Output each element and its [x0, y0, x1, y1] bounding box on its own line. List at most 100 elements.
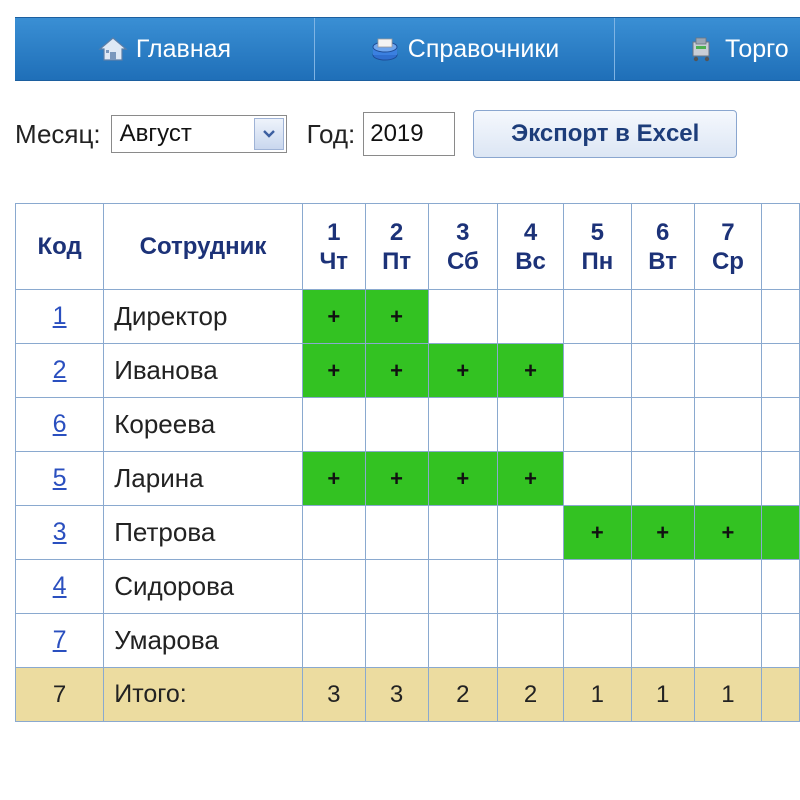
attendance-empty-cell[interactable] [693, 613, 763, 668]
year-input[interactable] [363, 112, 456, 156]
attendance-empty-cell[interactable] [562, 451, 632, 506]
attendance-empty-cell[interactable] [301, 505, 366, 560]
employee-name: Иванова [103, 343, 303, 398]
day-number: 4 [523, 218, 538, 246]
attendance-empty-cell[interactable] [693, 559, 763, 614]
attendance-empty-cell[interactable] [630, 559, 695, 614]
attendance-mark-cell[interactable]: + [364, 343, 429, 398]
attendance-empty-cell[interactable] [301, 559, 366, 614]
total-day-value: 3 [364, 667, 429, 722]
attendance-mark-cell[interactable]: + [497, 343, 564, 398]
attendance-empty-cell[interactable] [427, 613, 499, 668]
employee-code-link[interactable]: 2 [53, 356, 67, 384]
nav-item-catalogs[interactable]: Справочники [315, 18, 615, 80]
month-select-value: Август [119, 120, 192, 147]
export-excel-button[interactable]: Экспорт в Excel [473, 110, 738, 158]
employee-code-cell: 4 [14, 559, 105, 614]
employee-code-link[interactable]: 5 [53, 464, 67, 492]
attendance-partial-cell [761, 613, 800, 668]
attendance-mark-cell[interactable]: + [427, 451, 499, 506]
day-of-week: Вт [648, 247, 678, 275]
employee-code-link[interactable]: 1 [53, 302, 67, 330]
attendance-empty-cell[interactable] [562, 613, 632, 668]
attendance-empty-cell[interactable] [693, 289, 763, 344]
attendance-empty-cell[interactable] [693, 451, 763, 506]
attendance-mark-cell[interactable]: + [301, 343, 366, 398]
employee-name: Сидорова [103, 559, 303, 614]
table-row: 2 Иванова + + + + [14, 343, 800, 398]
year-label: Год: [306, 118, 356, 149]
attendance-empty-cell[interactable] [497, 289, 564, 344]
attendance-empty-cell[interactable] [562, 559, 632, 614]
attendance-empty-cell[interactable] [562, 343, 632, 398]
attendance-empty-cell[interactable] [497, 505, 564, 560]
attendance-empty-cell[interactable] [364, 505, 429, 560]
attendance-empty-cell[interactable] [301, 397, 366, 452]
column-header-day: 6 Вт [630, 203, 695, 290]
attendance-empty-cell[interactable] [427, 505, 499, 560]
attendance-mark-cell[interactable]: + [364, 451, 429, 506]
home-icon [98, 37, 128, 61]
attendance-mark-cell[interactable]: + [364, 289, 429, 344]
attendance-empty-cell[interactable] [497, 559, 564, 614]
total-day-value: 3 [301, 667, 366, 722]
attendance-empty-cell[interactable] [427, 397, 499, 452]
employee-name: Ларина [103, 451, 303, 506]
attendance-empty-cell[interactable] [630, 289, 695, 344]
employee-code-link[interactable]: 3 [53, 518, 67, 546]
attendance-empty-cell[interactable] [497, 613, 564, 668]
table-body: 1 Директор + +2 Иванова + + + +6 Кореева 5 Ларина + +… [14, 289, 800, 722]
attendance-partial-cell [761, 505, 800, 560]
attendance-empty-cell[interactable] [630, 613, 695, 668]
trade-icon [692, 37, 710, 62]
employee-code-link[interactable]: 4 [53, 572, 67, 600]
total-day-value: 1 [693, 667, 763, 722]
employee-name: Директор [103, 289, 303, 344]
table-row: 7 Умарова [14, 613, 800, 668]
attendance-empty-cell[interactable] [693, 343, 763, 398]
day-number: 2 [389, 218, 404, 246]
attendance-mark-cell[interactable]: + [562, 505, 632, 560]
attendance-empty-cell[interactable] [364, 559, 429, 614]
attendance-empty-cell[interactable] [562, 289, 632, 344]
total-day-value: 2 [427, 667, 499, 722]
employee-name: Петрова [103, 505, 303, 560]
attendance-mark-cell[interactable]: + [693, 505, 763, 560]
attendance-mark-cell[interactable]: + [427, 343, 499, 398]
attendance-mark-cell[interactable]: + [301, 451, 366, 506]
month-label: Месяц: [15, 118, 101, 149]
employee-name: Кореева [103, 397, 303, 452]
attendance-mark-cell[interactable]: + [497, 451, 564, 506]
employee-code-link[interactable]: 6 [53, 410, 67, 438]
attendance-empty-cell[interactable] [630, 451, 695, 506]
attendance-mark-cell[interactable]: + [630, 505, 695, 560]
employee-code-cell: 1 [14, 289, 105, 344]
chevron-down-icon[interactable] [253, 118, 284, 150]
nav-item-home[interactable]: Главная [15, 18, 315, 80]
attendance-empty-cell[interactable] [364, 397, 429, 452]
table-row: 4 Сидорова [14, 559, 800, 614]
attendance-empty-cell[interactable] [301, 613, 366, 668]
attendance-empty-cell[interactable] [693, 397, 763, 452]
attendance-empty-cell[interactable] [630, 397, 695, 452]
month-select[interactable]: Август [110, 115, 287, 153]
attendance-empty-cell[interactable] [497, 397, 564, 452]
attendance-table: Код Сотрудник 1 Чт 2 Пт 3 Сб 4 Вс 5 Пн 6 Вт 7С… [14, 203, 800, 722]
attendance-empty-cell[interactable] [630, 343, 695, 398]
attendance-partial-cell [761, 397, 800, 452]
top-navbar: Главная Справочники Торго [15, 17, 800, 81]
employee-code-cell: 6 [14, 397, 105, 452]
day-of-week: Вс [515, 247, 546, 275]
filter-bar: Месяц: Август Год: Экспорт в Excel [15, 110, 738, 158]
day-of-week: Сб [446, 247, 479, 275]
nav-item-trade[interactable]: Торго [615, 18, 800, 80]
attendance-empty-cell[interactable] [427, 289, 499, 344]
attendance-partial-cell [761, 559, 800, 614]
attendance-empty-cell[interactable] [364, 613, 429, 668]
employee-code-link[interactable]: 7 [53, 626, 67, 654]
chevron-down-glyph [262, 130, 275, 138]
attendance-mark-cell[interactable]: + [301, 289, 366, 344]
day-number: 6 [655, 218, 670, 246]
attendance-empty-cell[interactable] [562, 397, 632, 452]
attendance-empty-cell[interactable] [427, 559, 499, 614]
